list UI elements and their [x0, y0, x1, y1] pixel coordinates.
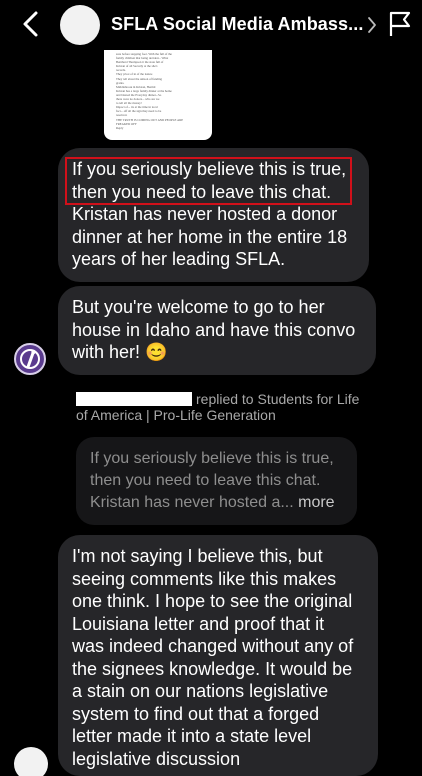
message-line: Louisiana letter and proof that it — [72, 613, 325, 634]
message-line: with her! 😊 — [72, 342, 168, 362]
message-line: letter made it into a state level — [72, 726, 312, 746]
message-line: seeing comments like this makes — [72, 568, 337, 589]
quote-line: If you seriously believe this is true, — [90, 450, 334, 467]
message-bubble[interactable]: But you're welcome to go to her house in… — [58, 286, 376, 375]
message-line: system to find out that a forged — [72, 703, 320, 724]
reply-note: replied to Students for Life of America … — [76, 391, 360, 423]
quote-line: then you need to leave this chat. — [90, 472, 321, 489]
sender-avatar[interactable] — [14, 747, 48, 776]
redacted-name — [76, 392, 192, 406]
message-line: house in Idaho and have this convo — [72, 319, 356, 340]
message-line: the signees knowledge. It would be — [72, 658, 353, 679]
flag-icon[interactable] — [388, 11, 412, 37]
shared-image-thumbnail[interactable]: sure before stepping foot. With the full… — [104, 50, 212, 140]
chevron-right-icon[interactable] — [367, 16, 377, 34]
more-link[interactable]: more — [298, 494, 334, 511]
message-line: years of her leading SFLA. — [72, 249, 286, 269]
message-line: Kristan has never hosted a donor — [72, 204, 338, 224]
quote-line: Kristan has never hosted a... more — [90, 494, 335, 511]
chat-header: SFLA Social Media Ambass... — [0, 0, 422, 50]
message-line: legislative discussion — [72, 748, 241, 769]
message-bubble[interactable]: I'm not saying I believe this, but seein… — [58, 535, 378, 776]
message-line: one think. I hope to see the original — [72, 591, 353, 611]
group-avatar[interactable] — [60, 5, 100, 45]
message-line: was indeed changed without any of — [72, 636, 354, 656]
message-line: But you're welcome to go to her — [72, 297, 325, 317]
highlight-box — [65, 157, 352, 205]
sender-avatar[interactable] — [14, 343, 46, 375]
chat-title[interactable]: SFLA Social Media Ambass... — [111, 14, 363, 35]
message-line: dinner at her home in the entire 18 — [72, 226, 348, 247]
quoted-message[interactable]: If you seriously believe this is true, t… — [76, 437, 357, 525]
message-line: a stain on our nations legislative — [72, 681, 329, 701]
chevron-left-icon[interactable] — [20, 10, 42, 38]
thumbnail-text: sure before stepping foot. With the full… — [116, 52, 184, 130]
sfla-logo-icon — [20, 349, 40, 369]
message-line: I'm not saying I believe this, but — [72, 546, 323, 566]
